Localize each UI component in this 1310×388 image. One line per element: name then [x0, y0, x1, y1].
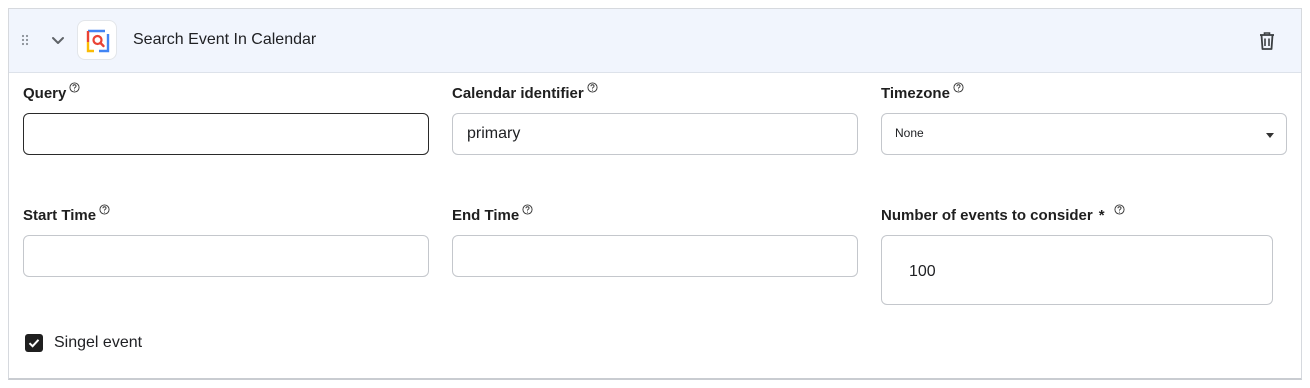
- help-icon[interactable]: [1114, 204, 1125, 215]
- num-events-value: 100: [909, 263, 936, 280]
- trash-icon[interactable]: [1256, 30, 1278, 52]
- dropdown-caret-icon: [1266, 133, 1274, 138]
- help-icon[interactable]: [953, 82, 964, 93]
- card-title: Search Event In Calendar: [133, 31, 317, 48]
- start-time-label: Start Time: [23, 204, 110, 224]
- end-time-label: End Time: [452, 204, 533, 224]
- action-card: Search Event In Calendar Query Calendar …: [8, 8, 1302, 380]
- end-time-input[interactable]: [452, 235, 858, 277]
- timezone-value: None: [895, 126, 924, 140]
- query-input[interactable]: [23, 113, 429, 155]
- calendar-identifier-input[interactable]: primary: [452, 113, 858, 155]
- query-label-text: Query: [23, 85, 67, 102]
- end-time-label-text: End Time: [452, 207, 520, 224]
- calendar-search-icon: [77, 20, 117, 60]
- calendar-identifier-label: Calendar identifier: [452, 82, 598, 102]
- timezone-label-text: Timezone: [881, 85, 950, 102]
- query-label: Query: [23, 82, 80, 102]
- timezone-label: Timezone: [881, 82, 964, 102]
- help-icon[interactable]: [99, 204, 110, 215]
- calendar-identifier-value: primary: [467, 125, 521, 142]
- help-icon[interactable]: [69, 82, 80, 93]
- drag-handle-icon[interactable]: [21, 34, 29, 46]
- required-mark: *: [1098, 207, 1105, 224]
- start-time-label-text: Start Time: [23, 207, 97, 224]
- timezone-select[interactable]: None: [881, 113, 1287, 155]
- chevron-down-icon[interactable]: [50, 32, 66, 48]
- num-events-input[interactable]: 100: [881, 235, 1273, 305]
- num-events-label: Number of events to consider *: [881, 204, 1125, 224]
- num-events-label-text: Number of events to consider: [881, 207, 1093, 224]
- help-icon[interactable]: [522, 204, 533, 215]
- calendar-identifier-label-text: Calendar identifier: [452, 85, 584, 102]
- card-header: Search Event In Calendar: [9, 9, 1301, 73]
- single-event-label: Singel event: [54, 334, 143, 351]
- single-event-checkbox[interactable]: [25, 334, 43, 352]
- start-time-input[interactable]: [23, 235, 429, 277]
- help-icon[interactable]: [587, 82, 598, 93]
- checkmark-icon: [28, 339, 40, 348]
